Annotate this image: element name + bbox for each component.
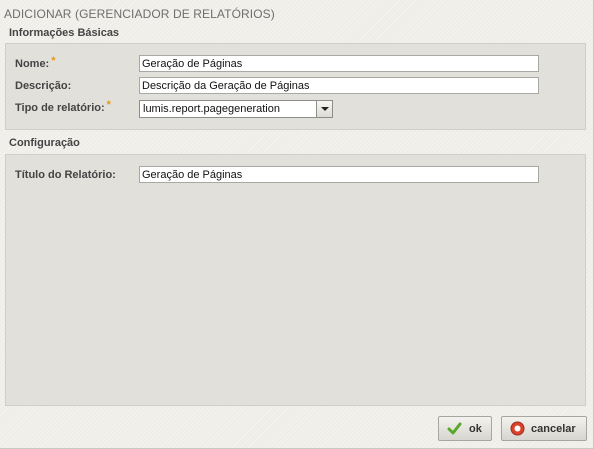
dialog-window: ADICIONAR (GERENCIADOR DE RELATÓRIOS) In… [0,0,594,449]
ok-button-label: ok [469,423,482,435]
required-asterisk: * [106,99,111,111]
checkmark-icon [447,422,462,435]
cancel-button[interactable]: cancelar [501,416,587,441]
report-title-label: Título do Relatório: [15,169,116,181]
cancel-circle-icon [510,421,525,436]
name-label: Nome: * [15,55,56,70]
ok-button[interactable]: ok [438,416,492,441]
configuration-panel: Título do Relatório: Geração de Páginas [5,154,586,406]
section-title-configuration: Configuração [9,137,80,149]
report-type-select[interactable]: lumis.report.pagegeneration [139,100,333,118]
description-input[interactable]: Descrição da Geração de Páginas [139,77,539,94]
name-input[interactable]: Geração de Páginas [139,55,539,72]
basic-info-panel: Nome: * Geração de Páginas Descrição: Des… [5,43,586,130]
dialog-title: ADICIONAR (GERENCIADOR DE RELATÓRIOS) [4,7,275,21]
report-title-input[interactable]: Geração de Páginas [139,166,539,183]
report-type-selected-value: lumis.report.pagegeneration [143,103,280,115]
report-type-label: Tipo de relatório: * [15,99,111,114]
cancel-button-label: cancelar [531,423,576,435]
required-asterisk: * [51,55,56,67]
description-label: Descrição: [15,80,72,92]
section-title-basic-info: Informações Básicas [9,27,120,39]
dropdown-button[interactable] [316,101,332,117]
chevron-down-icon [321,107,329,111]
